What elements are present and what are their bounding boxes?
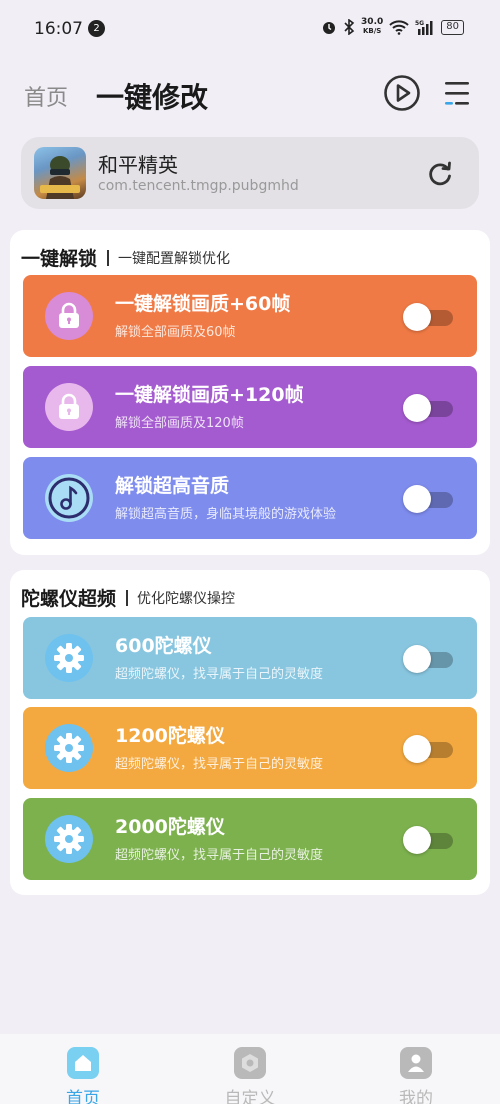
game-icon <box>34 147 86 199</box>
game-name: 和平精英 <box>98 153 178 177</box>
section-divider <box>126 589 129 606</box>
bottom-nav: 首页 自定义 我的 <box>0 1034 500 1104</box>
option-description: 解锁全部画质及60帧 <box>115 325 236 340</box>
gear-icon <box>45 634 93 682</box>
gear-icon <box>45 724 93 772</box>
section-title: 陀螺仪超频 <box>21 588 117 610</box>
lock-icon <box>45 292 93 340</box>
option-description: 解锁全部画质及120帧 <box>115 416 244 431</box>
option-title: 1200陀螺仪 <box>115 725 225 747</box>
toggle-knob <box>403 735 431 763</box>
status-bar: 16:07 2 30.0 KB/S 5G 80 <box>0 0 500 58</box>
option-unlock-60fps[interactable]: 一键解锁画质+60帧 解锁全部画质及60帧 <box>23 275 477 357</box>
gyro-section: 陀螺仪超频 优化陀螺仪操控 600陀螺仪 超频陀螺仪，找寻属于自己的灵敏度 12… <box>10 570 490 895</box>
toggle-knob <box>403 826 431 854</box>
lock-icon <box>45 383 93 431</box>
option-title: 一键解锁画质+60帧 <box>115 293 291 315</box>
option-title: 600陀螺仪 <box>115 635 212 657</box>
play-button[interactable] <box>383 74 421 112</box>
nav-tab-custom[interactable]: 自定义 <box>200 1047 300 1104</box>
user-icon <box>400 1047 432 1079</box>
game-card[interactable]: 和平精英 com.tencent.tmgp.pubgmhd <box>21 137 479 209</box>
toggle-switch[interactable] <box>403 825 455 855</box>
page-title: 一键修改 <box>96 81 209 114</box>
music-note-icon <box>45 474 93 522</box>
unlock-section: 一键解锁 一键配置解锁优化 一键解锁画质+60帧 解锁全部画质及60帧 一键解锁… <box>10 230 490 555</box>
signal-5g-icon: 5G <box>415 20 433 35</box>
option-gyro-600[interactable]: 600陀螺仪 超频陀螺仪，找寻属于自己的灵敏度 <box>23 617 477 699</box>
toggle-switch[interactable] <box>403 644 455 674</box>
toggle-switch[interactable] <box>403 734 455 764</box>
wifi-icon <box>389 20 409 35</box>
nav-label: 自定义 <box>224 1089 276 1104</box>
status-time: 16:07 <box>34 19 83 39</box>
section-header: 一键解锁 一键配置解锁优化 <box>21 244 230 271</box>
option-description: 超频陀螺仪，找寻属于自己的灵敏度 <box>115 757 324 772</box>
section-subtitle: 优化陀螺仪操控 <box>137 590 236 607</box>
option-title: 2000陀螺仪 <box>115 816 225 838</box>
refresh-icon[interactable] <box>426 160 454 188</box>
menu-icon[interactable] <box>444 78 470 108</box>
option-description: 解锁超高音质，身临其境般的游戏体验 <box>115 507 337 522</box>
hexagon-icon <box>234 1047 266 1079</box>
network-speed-value: 30.0 <box>361 17 384 27</box>
toggle-switch[interactable] <box>403 302 455 332</box>
option-title: 一键解锁画质+120帧 <box>115 384 304 406</box>
option-gyro-1200[interactable]: 1200陀螺仪 超频陀螺仪，找寻属于自己的灵敏度 <box>23 707 477 789</box>
nav-home-link[interactable]: 首页 <box>24 80 68 112</box>
option-title: 解锁超高音质 <box>115 475 230 497</box>
svg-text:5G: 5G <box>415 20 424 27</box>
bluetooth-icon <box>344 19 355 35</box>
battery-indicator: 80 <box>441 19 464 35</box>
game-package: com.tencent.tmgp.pubgmhd <box>98 178 299 194</box>
toggle-knob <box>403 303 431 331</box>
gear-icon <box>45 815 93 863</box>
toggle-knob <box>403 394 431 422</box>
alarm-icon <box>323 22 336 34</box>
option-description: 超频陀螺仪，找寻属于自己的灵敏度 <box>115 848 324 863</box>
status-icons: 30.0 KB/S 5G 80 <box>321 18 464 36</box>
toggle-knob <box>403 485 431 513</box>
section-subtitle: 一键配置解锁优化 <box>118 250 231 267</box>
option-unlock-120fps[interactable]: 一键解锁画质+120帧 解锁全部画质及120帧 <box>23 366 477 448</box>
network-speed-unit: KB/S <box>362 27 382 35</box>
network-speed: 30.0 KB/S <box>361 18 383 36</box>
nav-label: 首页 <box>66 1089 100 1104</box>
option-unlock-audio[interactable]: 解锁超高音质 解锁超高音质，身临其境般的游戏体验 <box>23 457 477 539</box>
top-bar: 首页 一键修改 <box>0 66 500 122</box>
toggle-switch[interactable] <box>403 393 455 423</box>
nav-label: 我的 <box>399 1089 433 1104</box>
section-divider <box>107 249 110 266</box>
toggle-knob <box>403 645 431 673</box>
notification-badge: 2 <box>88 20 105 37</box>
option-gyro-2000[interactable]: 2000陀螺仪 超频陀螺仪，找寻属于自己的灵敏度 <box>23 798 477 880</box>
home-icon <box>67 1047 99 1079</box>
nav-tab-home[interactable]: 首页 <box>33 1047 133 1104</box>
option-description: 超频陀螺仪，找寻属于自己的灵敏度 <box>115 667 324 682</box>
section-title: 一键解锁 <box>21 248 98 270</box>
toggle-switch[interactable] <box>403 484 455 514</box>
section-header: 陀螺仪超频 优化陀螺仪操控 <box>21 584 235 611</box>
nav-tab-profile[interactable]: 我的 <box>366 1047 466 1104</box>
